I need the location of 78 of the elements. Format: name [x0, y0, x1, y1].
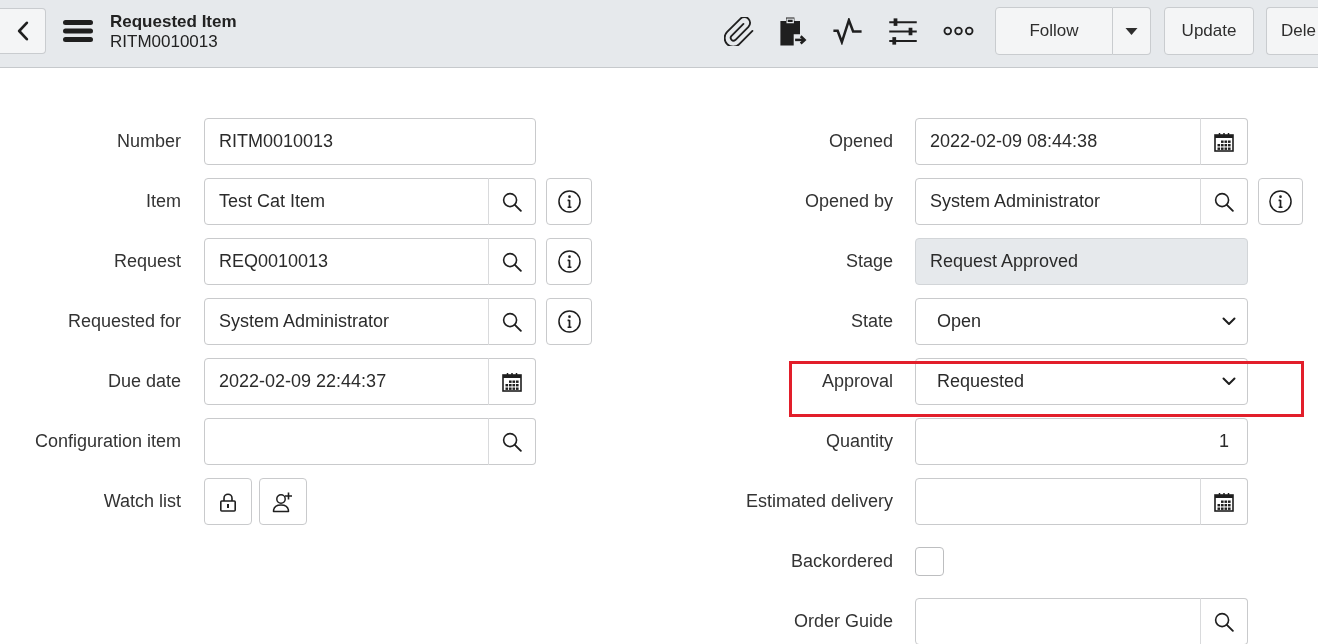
date-field[interactable]: [915, 478, 1201, 525]
search-button[interactable]: [488, 238, 536, 285]
field-label: Configuration item: [33, 431, 181, 452]
number-field[interactable]: 1: [915, 418, 1248, 465]
field-label: Due date: [106, 371, 181, 392]
date-field[interactable]: 2022-02-09 08:44:38: [915, 118, 1201, 165]
search-icon: [1214, 611, 1234, 632]
field-label: Order Guide: [792, 611, 893, 632]
search-button[interactable]: [488, 298, 536, 345]
checkbox[interactable]: [915, 547, 944, 576]
search-button[interactable]: [1200, 598, 1248, 644]
lookup-field[interactable]: [204, 418, 489, 465]
action-button[interactable]: Follow: [995, 7, 1114, 55]
info-button[interactable]: [546, 238, 592, 285]
chevron-down-icon: [1222, 317, 1236, 326]
page-title: Requested Item: [110, 10, 237, 32]
lookup-field[interactable]: REQ0010013: [204, 238, 489, 285]
calendar-button[interactable]: [1200, 478, 1248, 525]
search-icon: [502, 431, 522, 452]
add-user-icon: [272, 490, 294, 513]
lock-icon: [219, 491, 237, 512]
field-label: Stage: [844, 251, 893, 272]
more-icon[interactable]: [943, 26, 975, 36]
field-label: Backordered: [789, 551, 893, 572]
search-button[interactable]: [1200, 178, 1248, 225]
calendar-icon: [1214, 491, 1234, 512]
field-label: Request: [112, 251, 181, 272]
chevron-down-icon: [1222, 377, 1236, 386]
info-icon: [1269, 190, 1292, 213]
action-button[interactable]: Dele: [1266, 7, 1318, 55]
field-label: Number: [115, 131, 181, 152]
read-only-field: Request Approved: [915, 238, 1248, 285]
info-button[interactable]: [546, 298, 592, 345]
field-label: Item: [145, 191, 181, 212]
lookup-field[interactable]: Test Cat Item: [204, 178, 489, 225]
search-icon: [502, 191, 522, 212]
calendar-icon: [502, 371, 522, 392]
field-label: Opened: [827, 131, 893, 152]
caret-down-icon: [1125, 27, 1139, 35]
field-label: Quantity: [824, 431, 893, 452]
search-button[interactable]: [488, 418, 536, 465]
search-button[interactable]: [488, 178, 536, 225]
field-label: Opened by: [803, 191, 893, 212]
action-button[interactable]: Update: [1164, 7, 1255, 55]
field-label: Watch list: [102, 491, 181, 512]
record-number: RITM0010013: [110, 31, 219, 52]
lookup-field[interactable]: [915, 598, 1201, 644]
field-label: State: [849, 311, 893, 332]
dropdown-button[interactable]: [1113, 7, 1152, 55]
clipboard-arrow-icon[interactable]: [779, 15, 808, 47]
date-field[interactable]: 2022-02-09 22:44:37: [204, 358, 489, 405]
select-field[interactable]: Requested: [915, 358, 1248, 405]
info-button[interactable]: [546, 178, 592, 225]
field-label: Requested for: [66, 311, 181, 332]
info-icon: [557, 250, 581, 273]
menu-icon[interactable]: [63, 20, 93, 42]
lock-button[interactable]: [204, 478, 252, 525]
back-button[interactable]: [0, 8, 46, 54]
chevron-left-icon: [16, 21, 29, 41]
field-label: Approval: [820, 371, 893, 392]
sliders-icon[interactable]: [888, 16, 919, 46]
pulse-icon[interactable]: [832, 17, 864, 45]
calendar-button[interactable]: [1200, 118, 1248, 165]
lookup-field[interactable]: System Administrator: [204, 298, 489, 345]
search-icon: [1214, 191, 1234, 212]
field-label: Estimated delivery: [744, 491, 893, 512]
lookup-field[interactable]: System Administrator: [915, 178, 1201, 225]
add-user-button[interactable]: [259, 478, 307, 525]
info-icon: [557, 190, 581, 213]
paperclip-icon[interactable]: [724, 16, 755, 46]
calendar-icon: [1214, 131, 1234, 152]
info-icon: [557, 310, 581, 333]
select-field[interactable]: Open: [915, 298, 1248, 345]
search-icon: [502, 251, 522, 272]
info-button[interactable]: [1258, 178, 1303, 225]
text-field[interactable]: RITM0010013: [204, 118, 536, 165]
search-icon: [502, 311, 522, 332]
calendar-button[interactable]: [488, 358, 536, 405]
